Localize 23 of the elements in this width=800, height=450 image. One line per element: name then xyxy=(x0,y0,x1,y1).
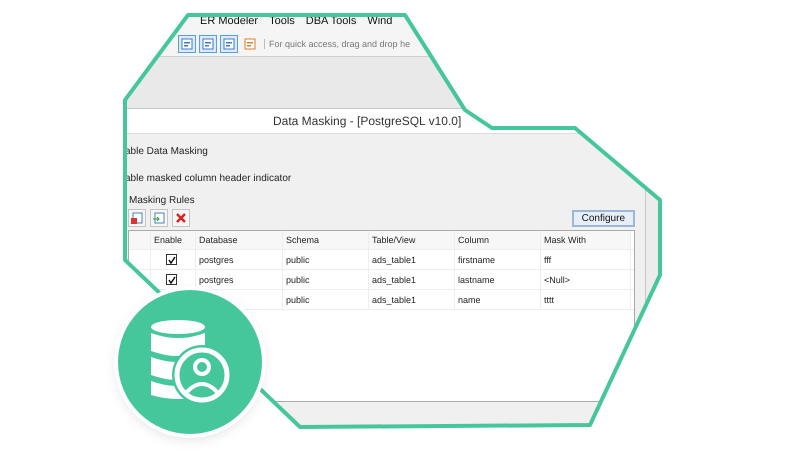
column-header[interactable]: Database xyxy=(196,231,283,249)
table-cell: ads_table1 xyxy=(369,270,455,289)
table-cell: public xyxy=(283,290,369,309)
table-cell: postgres xyxy=(196,250,283,269)
table-cell: ads_table1 xyxy=(369,250,455,269)
table-cell: ads_table1 xyxy=(369,290,455,309)
column-header[interactable]: Column xyxy=(455,231,541,249)
table-cell: public xyxy=(283,250,369,269)
dialog-title: Data Masking - [PostgreSQL v10.0] xyxy=(273,114,462,128)
column-header[interactable]: Mask With xyxy=(541,231,631,249)
table-cell: lastname xyxy=(455,270,541,289)
column-header[interactable]: Enable xyxy=(151,231,196,249)
table-cell: public xyxy=(283,270,369,289)
table-cell: name xyxy=(455,290,541,309)
column-header[interactable]: Schema xyxy=(283,231,369,249)
toolbar-hint: For quick access, drag and drop he xyxy=(264,39,410,49)
column-header[interactable]: Table/View xyxy=(369,231,455,249)
table-cell: firstname xyxy=(455,250,541,269)
table-cell: fff xyxy=(541,250,631,269)
configure-button[interactable]: Configure xyxy=(572,210,635,226)
group-title: Masking Rules xyxy=(129,195,196,206)
table-cell: <Null> xyxy=(541,270,631,289)
table-cell: tttt xyxy=(541,290,631,309)
